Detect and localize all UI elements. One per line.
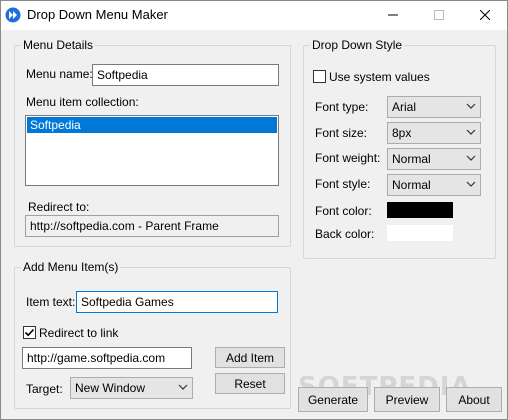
close-icon [480,10,490,20]
title-bar: Drop Down Menu Maker [0,0,508,30]
font-weight-value: Normal [392,152,431,166]
redirect-value-field: http://softpedia.com - Parent Frame [25,215,279,237]
font-weight-label: Font weight: [315,151,381,165]
target-dropdown-value: New Window [75,381,146,395]
use-system-values-checkbox[interactable] [313,70,326,83]
font-style-value: Normal [392,178,431,192]
generate-button[interactable]: Generate [298,387,368,412]
app-double-arrow-icon [5,7,21,23]
minimize-button[interactable] [370,0,416,30]
chevron-down-icon [466,103,476,109]
checkmark-icon [24,328,35,337]
close-button[interactable] [462,0,508,30]
add-item-button[interactable]: Add Item [215,347,285,368]
chevron-down-icon [466,181,476,187]
window-title: Drop Down Menu Maker [27,7,168,22]
font-type-dropdown[interactable]: Arial [387,96,481,118]
target-label: Target: [26,382,63,396]
minimize-icon [388,14,398,16]
redirect-url-input[interactable]: http://game.softpedia.com [22,347,192,369]
font-size-value: 8px [392,126,412,140]
chevron-down-icon [178,384,188,390]
font-size-label: Font size: [315,126,368,140]
menu-item-listbox[interactable]: Softpedia [25,115,279,186]
font-type-value: Arial [392,100,417,114]
chevron-down-icon [466,129,476,135]
menu-name-input[interactable]: Softpedia [92,64,279,86]
about-button[interactable]: About [446,387,502,412]
menu-name-label: Menu name: [26,67,93,81]
maximize-icon [434,10,444,20]
font-style-dropdown[interactable]: Normal [387,174,481,196]
redirect-to-label: Redirect to: [28,200,90,214]
font-style-label: Font style: [315,177,371,191]
redirect-checkbox[interactable] [23,326,36,339]
back-color-label: Back color: [315,227,375,241]
redirect-checkbox-label[interactable]: Redirect to link [39,326,118,340]
list-item[interactable]: Softpedia [27,117,277,133]
collection-label: Menu item collection: [26,95,139,109]
preview-button[interactable]: Preview [374,387,440,412]
add-menu-item-legend: Add Menu Item(s) [21,260,121,274]
font-size-dropdown[interactable]: 8px [387,122,481,144]
chevron-down-icon [466,155,476,161]
font-type-label: Font type: [315,100,369,114]
target-dropdown[interactable]: New Window [70,377,193,399]
use-system-values-label[interactable]: Use system values [329,70,430,84]
back-color-swatch[interactable] [387,225,453,241]
font-weight-dropdown[interactable]: Normal [387,148,481,170]
menu-details-legend: Menu Details [21,38,96,52]
font-color-label: Font color: [315,204,372,218]
item-text-label: Item text: [26,295,76,309]
maximize-button[interactable] [416,0,462,30]
drop-down-style-legend: Drop Down Style [310,38,405,52]
item-text-input[interactable]: Softpedia Games [76,291,278,313]
font-color-swatch[interactable] [387,202,453,218]
reset-button[interactable]: Reset [215,373,285,394]
